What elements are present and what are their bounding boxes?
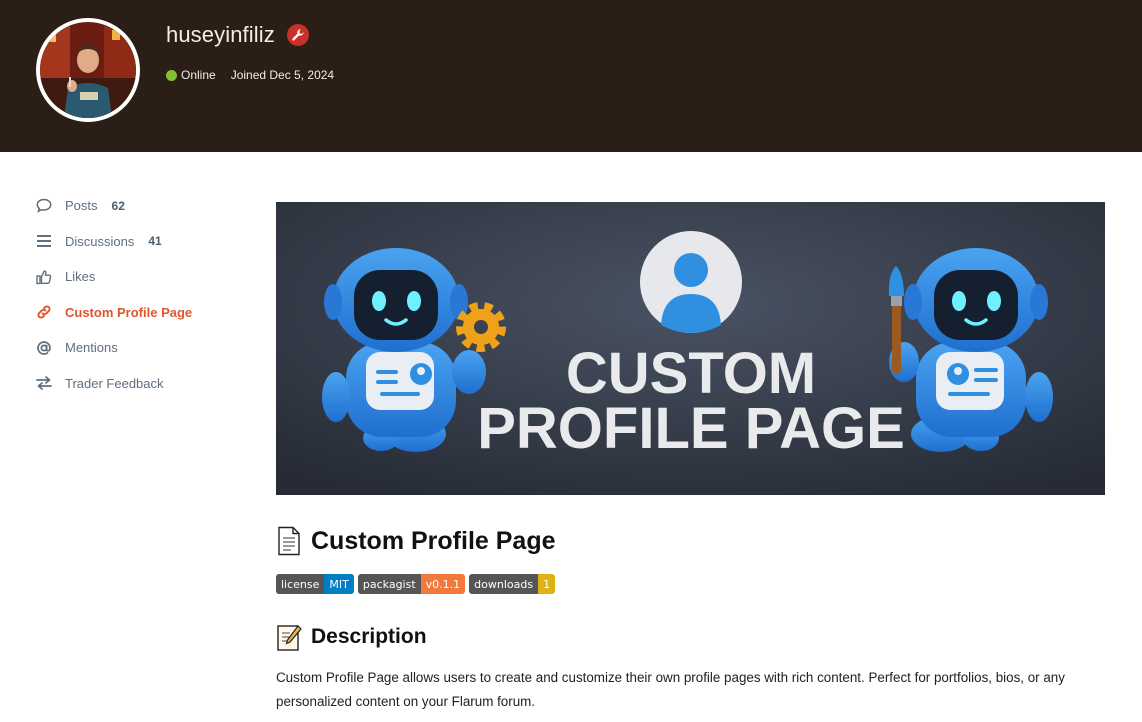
discussions-count: 41: [148, 234, 162, 249]
profile-banner: CUSTOM PROFILE PAGE: [276, 202, 1105, 495]
sidebar-item-label: Mentions: [65, 340, 118, 356]
badge-value: 1: [538, 574, 556, 594]
link-icon: [34, 302, 54, 322]
sidebar-item-posts[interactable]: Posts 62: [34, 188, 254, 224]
sidebar-item-label: Trader Feedback: [65, 375, 164, 391]
banner-title-line2: PROFILE PAGE: [477, 396, 905, 461]
badge-value: MIT: [324, 574, 354, 594]
gear-icon: [456, 302, 506, 352]
description-text: Custom Profile Page allows users to crea…: [276, 670, 1065, 709]
comment-icon: [34, 196, 54, 216]
avatar-image: [40, 22, 136, 118]
badge-row: license MIT packagist v0.1.1 downloads 1: [276, 574, 559, 594]
at-icon: [34, 338, 54, 358]
sidebar-item-label: Custom Profile Page: [65, 304, 193, 320]
profile-header: huseyinfiliz Online Joined Dec 5, 2024: [0, 0, 1142, 152]
sidebar-item-discussions[interactable]: Discussions 41: [34, 224, 254, 260]
profile-sidebar: Posts 62 Discussions 41 Likes Custom Pro…: [34, 188, 254, 401]
badge-value: v0.1.1: [420, 574, 466, 594]
online-status-icon: [166, 69, 177, 81]
description-heading-text: Description: [311, 625, 427, 648]
memo-icon: [277, 625, 302, 651]
exchange-icon: [34, 373, 54, 393]
avatar[interactable]: [36, 18, 140, 122]
sidebar-item-mentions[interactable]: Mentions: [34, 330, 254, 366]
badge-label: license: [276, 574, 325, 594]
online-status: Online: [181, 68, 216, 82]
sidebar-item-trader-feedback[interactable]: Trader Feedback: [34, 366, 254, 402]
badge-label: packagist: [357, 574, 421, 594]
sidebar-item-label: Discussions: [65, 233, 135, 249]
thumbs-up-icon: [34, 267, 54, 287]
username: huseyinfiliz: [166, 22, 275, 47]
posts-count: 62: [111, 198, 125, 213]
license-badge[interactable]: license MIT: [276, 574, 354, 594]
wrench-icon: [287, 24, 309, 46]
downloads-badge[interactable]: downloads 1: [469, 574, 556, 594]
joined-date: Joined Dec 5, 2024: [230, 68, 335, 82]
page-icon: [278, 526, 300, 556]
sidebar-item-label: Likes: [65, 269, 96, 285]
description-heading: Description: [276, 622, 427, 652]
packagist-badge[interactable]: packagist v0.1.1: [357, 574, 466, 594]
page-title-text: Custom Profile Page: [311, 526, 556, 555]
profile-meta: Online Joined Dec 5, 2024: [166, 68, 334, 82]
badge-label: downloads: [469, 574, 539, 594]
sidebar-item-custom-profile-page[interactable]: Custom Profile Page: [34, 295, 254, 331]
page-title: Custom Profile Page: [276, 526, 556, 556]
sidebar-item-likes[interactable]: Likes: [34, 259, 254, 295]
bars-icon: [34, 231, 54, 251]
sidebar-item-label: Posts: [65, 198, 98, 214]
user-avatar-icon: [640, 231, 742, 333]
